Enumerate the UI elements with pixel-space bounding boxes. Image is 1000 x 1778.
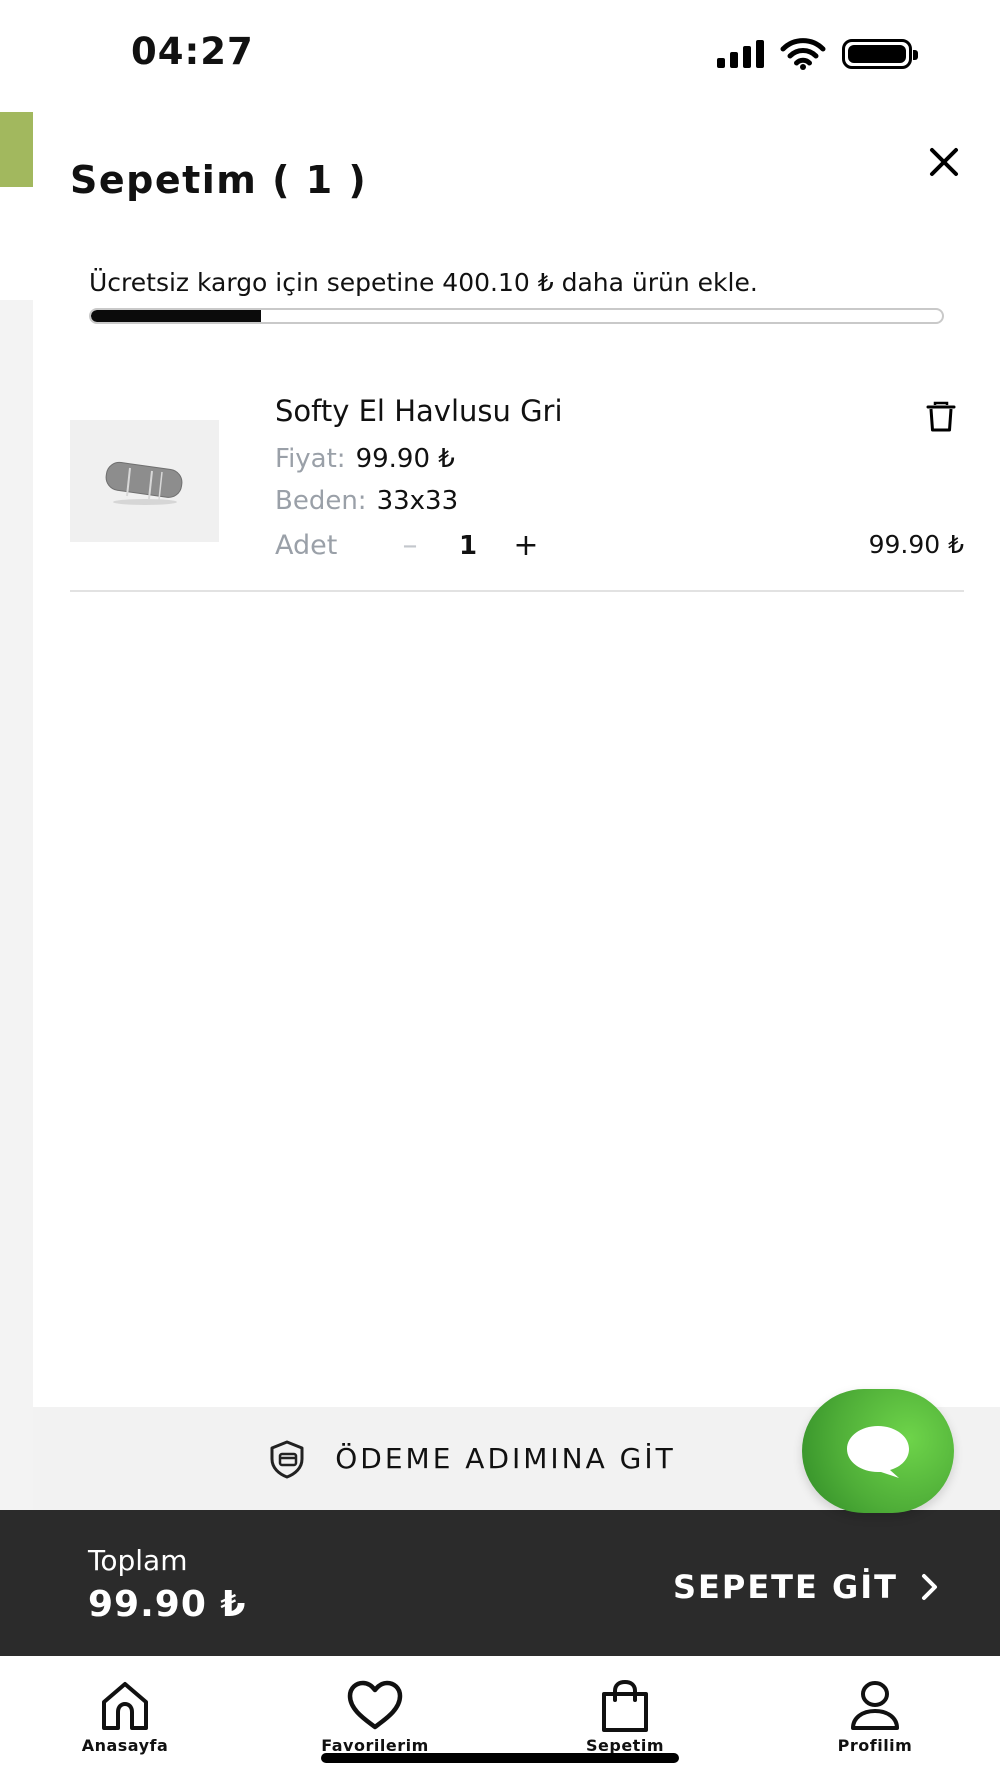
- nav-label-profile: Profilim: [837, 1736, 913, 1755]
- battery-icon: [842, 39, 918, 69]
- status-icons: [717, 38, 918, 70]
- home-icon: [102, 1682, 148, 1730]
- close-icon[interactable]: [924, 142, 964, 182]
- cellular-signal-icon: [717, 40, 764, 68]
- total-value: 99.90 ₺: [88, 1584, 247, 1625]
- line-total: 99.90 ₺: [868, 530, 964, 559]
- cart-title: Sepetim ( 1 ): [70, 158, 368, 202]
- total-label: Toplam: [88, 1544, 188, 1577]
- cart-summary-bar: Toplam 99.90 ₺ SEPETE GİT: [0, 1510, 1000, 1656]
- heart-icon: [347, 1680, 403, 1730]
- checkout-label: ÖDEME ADIMINA GİT: [335, 1442, 676, 1475]
- quantity-increase-button[interactable]: +: [506, 528, 546, 563]
- free-shipping-notice: Ücretsiz kargo için sepetine 400.10 ₺ da…: [89, 268, 758, 297]
- product-image[interactable]: [70, 420, 219, 542]
- price-row: Fiyat: 99.90 ₺: [275, 444, 455, 474]
- product-name[interactable]: Softy El Havlusu Gri: [275, 394, 563, 428]
- background-accent-strip: [0, 112, 33, 187]
- quantity-decrease-button[interactable]: –: [390, 528, 430, 563]
- cart-drawer: Sepetim ( 1 ) Ücretsiz kargo için sepeti…: [33, 100, 1000, 1565]
- free-shipping-progress-fill: [91, 310, 262, 322]
- size-row: Beden: 33x33: [275, 486, 458, 516]
- size-label: Beden:: [275, 486, 367, 516]
- checkout-button-content: ÖDEME ADIMINA GİT: [267, 1439, 676, 1479]
- nav-label-home: Anasayfa: [81, 1736, 169, 1755]
- wifi-icon: [780, 38, 826, 70]
- quantity-value: 1: [458, 530, 478, 561]
- price-label: Fiyat:: [275, 444, 346, 474]
- quantity-label: Adet: [275, 530, 338, 561]
- nav-item-profile[interactable]: Profilim: [750, 1656, 1000, 1778]
- trash-icon[interactable]: [924, 400, 958, 434]
- quantity-stepper: Adet – 1 +: [275, 528, 546, 563]
- cart-item: Softy El Havlusu Gri Fiyat: 99.90 ₺ Bede…: [70, 380, 964, 592]
- chat-icon: [847, 1426, 909, 1478]
- bag-icon: [602, 1680, 648, 1732]
- towel-image: [105, 461, 182, 505]
- go-to-cart-button[interactable]: SEPETE GİT: [673, 1568, 940, 1606]
- cart-screen: 04:27 Sepetim ( 1 ) Ücretsiz kargo için …: [0, 0, 1000, 1778]
- status-time: 04:27: [131, 30, 254, 73]
- free-shipping-progress-bar: [89, 308, 944, 324]
- price-value: 99.90 ₺: [355, 444, 455, 474]
- home-indicator: [321, 1753, 679, 1763]
- status-bar: 04:27: [0, 0, 1000, 110]
- go-to-cart-label: SEPETE GİT: [672, 1568, 898, 1606]
- profile-icon: [851, 1681, 899, 1730]
- chevron-right-icon: [922, 1574, 937, 1600]
- size-value: 33x33: [376, 486, 459, 516]
- payment-shield-icon: [270, 1440, 304, 1478]
- chat-button[interactable]: [802, 1389, 954, 1513]
- nav-item-home[interactable]: Anasayfa: [0, 1656, 250, 1778]
